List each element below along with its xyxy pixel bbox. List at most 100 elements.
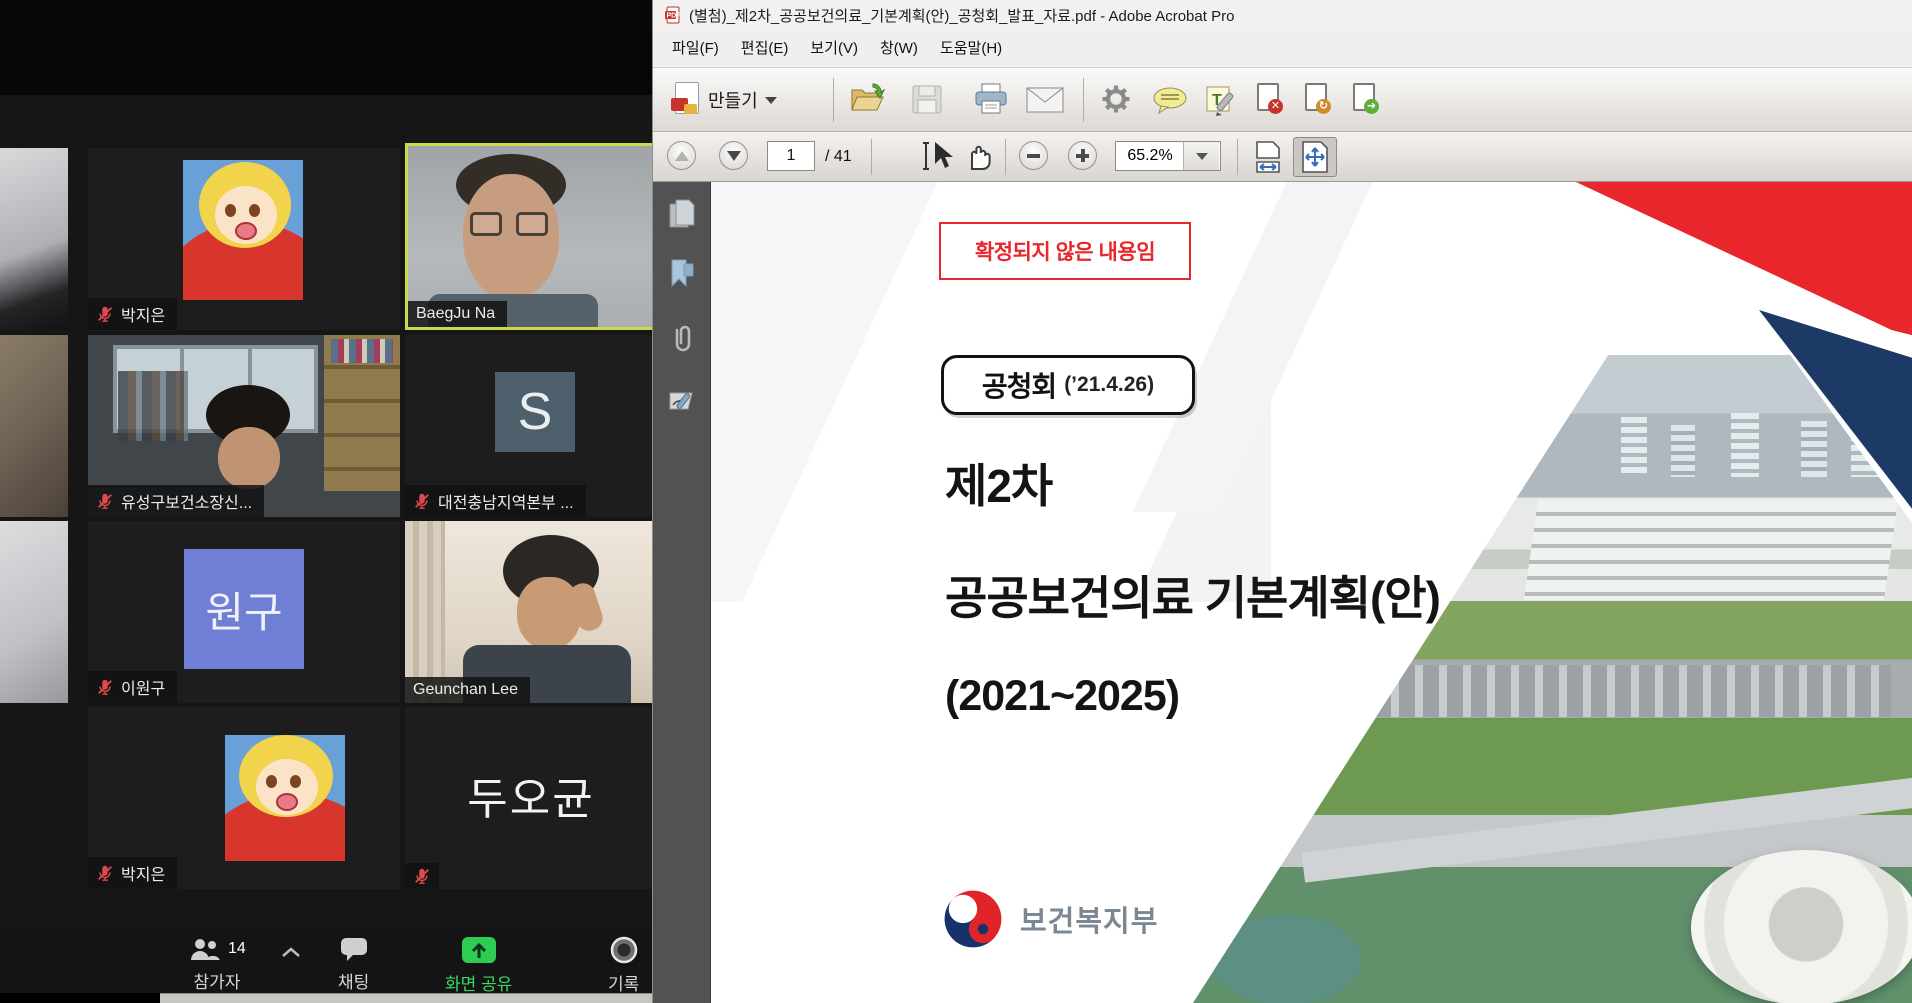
signatures-panel-button[interactable] xyxy=(667,387,697,417)
decor-shape xyxy=(118,371,188,441)
menu-view[interactable]: 보기(V) xyxy=(799,31,869,67)
muted-mic-icon xyxy=(96,492,114,510)
participant-tile-daejeon[interactable]: S 대전충남지역본부 ... xyxy=(405,335,655,517)
email-icon xyxy=(1025,86,1065,114)
participant-tile-leewongu[interactable]: 원구 이원구 xyxy=(88,521,400,703)
hearing-label: 공청회 xyxy=(982,365,1056,405)
share-screen-button[interactable]: 화면 공유 xyxy=(445,936,512,995)
participants-chevron-up-icon[interactable] xyxy=(280,946,302,958)
decor-shape xyxy=(276,793,298,811)
acrobat-toolbar: 만들기 xyxy=(653,68,1912,132)
select-tool-button[interactable] xyxy=(921,140,955,172)
draft-notice-box: 확정되지 않은 내용임 xyxy=(939,222,1191,280)
organize-pages-button[interactable]: ↻ xyxy=(1305,83,1327,111)
participant-tile-partial[interactable] xyxy=(0,335,68,517)
participant-tile-partial[interactable] xyxy=(0,148,68,330)
fit-page-button[interactable] xyxy=(1293,137,1337,177)
record-button[interactable]: 기록 xyxy=(608,936,639,995)
comment-bubble-icon xyxy=(1151,86,1189,114)
zoom-meeting-window: 박지은 BaegJu Na xyxy=(0,0,655,1003)
save-button[interactable] xyxy=(911,84,943,115)
text-edit-button[interactable]: T xyxy=(1205,83,1241,116)
export-pdf-button[interactable]: ➜ xyxy=(1353,83,1375,111)
chat-icon xyxy=(339,936,369,962)
muted-mic-icon xyxy=(413,492,431,510)
participant-display-name: 두오균 xyxy=(405,763,655,827)
participant-name: 유성구보건소장신... xyxy=(121,489,252,513)
decor-shape xyxy=(463,174,559,299)
hand-tool-button[interactable] xyxy=(963,140,995,172)
menu-edit[interactable]: 편집(E) xyxy=(730,31,800,67)
scrolling-mode-button[interactable] xyxy=(1251,140,1285,174)
muted-mic-icon xyxy=(96,305,114,323)
zoom-out-button[interactable] xyxy=(1019,141,1048,170)
email-button[interactable] xyxy=(1025,86,1065,114)
decor-shape xyxy=(1731,413,1759,477)
taskbar-strip[interactable] xyxy=(160,993,655,1003)
muted-mic-icon xyxy=(96,678,114,696)
menu-window[interactable]: 창(W) xyxy=(869,31,929,67)
red-ribbon xyxy=(1576,182,1912,340)
pdf-title-line2: 공공보건의료 기본계획(안) xyxy=(945,562,1440,628)
participant-tile-parkjieun-2[interactable]: 박지은 xyxy=(88,707,400,889)
bookmarks-panel-button[interactable] xyxy=(667,258,697,288)
share-screen-label: 화면 공유 xyxy=(445,970,512,995)
pdf-page[interactable]: 확정되지 않은 내용임 공청회 (’21.4.26) 제2차 공공보건의료 기본… xyxy=(711,182,1912,1003)
participant-tile-parkjieun-1[interactable]: 박지은 xyxy=(88,148,400,330)
pdf-file-icon: PDF xyxy=(664,6,682,24)
menu-file[interactable]: 파일(F) xyxy=(661,31,730,67)
zoom-level-input[interactable] xyxy=(1117,143,1183,169)
participant-name-label: 박지은 xyxy=(88,298,177,330)
create-pdf-icon xyxy=(671,82,701,118)
taskbar-dark-strip xyxy=(0,993,160,1003)
page-number-input[interactable] xyxy=(767,141,815,171)
participant-name-label: 유성구보건소장신... xyxy=(88,485,264,517)
export-pdf-icon: ➜ xyxy=(1353,83,1375,111)
participant-tile-baegju-na[interactable]: BaegJu Na xyxy=(405,143,655,330)
delete-pages-button[interactable]: ✕ xyxy=(1257,83,1279,111)
avatar-letter: S xyxy=(495,372,575,452)
participant-name: BaegJu Na xyxy=(416,305,495,323)
fit-width-icon xyxy=(1251,140,1285,174)
decor-shape xyxy=(1801,421,1827,477)
zoom-dropdown-button[interactable] xyxy=(1183,142,1219,170)
participant-name-label: 박지은 xyxy=(88,857,177,889)
zoom-in-button[interactable] xyxy=(1068,141,1097,170)
decor-shape xyxy=(470,212,502,236)
attachments-panel-button[interactable] xyxy=(667,322,697,352)
next-page-button[interactable] xyxy=(719,141,748,170)
participant-tile-geunchan-lee[interactable]: Geunchan Lee xyxy=(405,521,655,703)
acrobat-titlebar[interactable]: PDF (별첨)_제2차_공공보건의료_기본계획(안)_공청회_발표_자료.pd… xyxy=(653,0,1912,30)
participant-name: 대전충남지역본부 ... xyxy=(438,489,574,513)
zoom-level-control[interactable] xyxy=(1115,141,1221,171)
participant-tile-duogyun[interactable]: 두오균 xyxy=(405,707,655,889)
decor-shape xyxy=(249,204,260,217)
decor-shape xyxy=(290,775,301,788)
organize-pages-icon: ↻ xyxy=(1305,83,1327,111)
page-down-icon xyxy=(719,141,748,170)
decor-shape xyxy=(1524,500,1898,600)
settings-gear-icon xyxy=(1099,82,1133,116)
comment-button[interactable] xyxy=(1151,86,1189,114)
open-file-button[interactable] xyxy=(849,82,885,116)
zoom-in-icon xyxy=(1068,141,1097,170)
participants-icon xyxy=(188,936,222,962)
previous-page-button[interactable] xyxy=(667,141,696,170)
zoom-out-icon xyxy=(1019,141,1048,170)
participant-tile-partial[interactable] xyxy=(0,521,68,703)
chat-button[interactable]: 채팅 xyxy=(338,936,369,993)
open-folder-icon xyxy=(849,82,885,116)
settings-button[interactable] xyxy=(1099,82,1133,116)
print-button[interactable] xyxy=(973,82,1009,116)
participant-name-label: BaegJu Na xyxy=(408,301,507,327)
page-thumbnails-panel-button[interactable] xyxy=(667,198,697,228)
participant-tile-yuseonggu[interactable]: 유성구보건소장신... xyxy=(88,335,400,517)
participants-button[interactable]: 14 참가자 xyxy=(188,936,246,993)
acrobat-window: PDF (별첨)_제2차_공공보건의료_기본계획(안)_공청회_발표_자료.pd… xyxy=(652,0,1912,1003)
participant-name-label: 이원구 xyxy=(88,671,177,703)
decor-shape xyxy=(218,427,280,489)
create-pdf-button[interactable]: 만들기 xyxy=(671,80,777,120)
menu-help[interactable]: 도움말(H) xyxy=(929,31,1013,67)
ministry-logo: 보건복지부 xyxy=(942,888,1158,950)
page-thumbnails-icon xyxy=(667,198,697,230)
